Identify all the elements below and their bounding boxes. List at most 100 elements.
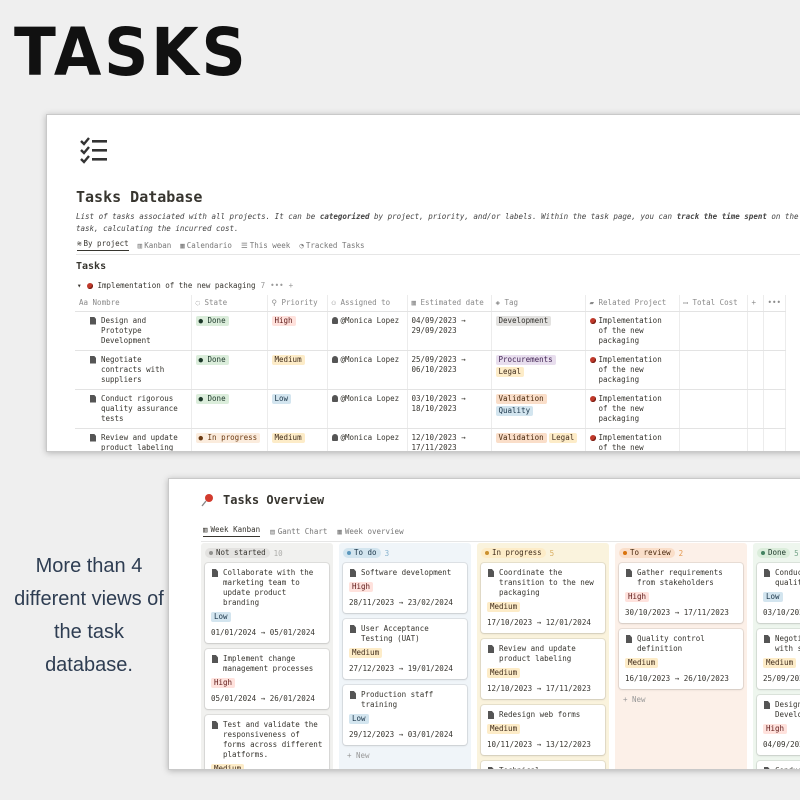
task-name-cell[interactable]: Design and Prototype Development <box>75 311 192 351</box>
related-project-cell[interactable]: Implementation of the new packaging <box>585 389 680 429</box>
kanban-card[interactable]: Quality control definition Medium 16/10/20… <box>619 629 743 689</box>
assigned-cell[interactable]: @Monica Lopez <box>327 350 408 390</box>
column-header[interactable]: ⚇ Assigned to <box>327 295 408 312</box>
priority-badge: Low <box>211 612 231 622</box>
project-icon <box>589 434 596 441</box>
assigned-cell[interactable]: @Monica Lopez <box>327 311 408 351</box>
view-tab[interactable]: ▥ Week Kanban <box>203 525 261 537</box>
tag-cell[interactable]: Development <box>491 311 586 351</box>
total-cost-cell[interactable] <box>679 350 748 390</box>
priority-cell[interactable]: Medium <box>267 428 328 451</box>
related-project-cell[interactable]: Implementation of the new packaging <box>585 428 680 451</box>
total-cost-cell[interactable] <box>679 428 748 451</box>
column-header[interactable]: ••• <box>763 295 787 312</box>
priority-cell[interactable]: Medium <box>267 350 328 390</box>
kanban-card[interactable]: Implement change management processes Hig… <box>205 649 329 709</box>
related-project-link[interactable]: Implementation of the new packaging <box>589 316 675 346</box>
related-project-link[interactable]: Implementation of the new packaging <box>589 355 675 385</box>
related-project-link[interactable]: Implementation of the new packaging <box>589 433 675 451</box>
related-project-link[interactable]: Implementation of the new packaging <box>589 394 675 424</box>
state-badge: ● Done <box>195 354 229 365</box>
priority-cell[interactable]: High <box>267 311 328 351</box>
column-header[interactable]: ▭ Total Cost <box>679 295 748 312</box>
new-card-button[interactable]: + New <box>343 751 467 760</box>
task-name-cell[interactable]: Conduct rigorous quality assurance tests <box>75 389 192 429</box>
view-tab[interactable]: ▦ Calendario <box>180 239 232 251</box>
table-row[interactable]: Conduct rigorous quality assurance tests… <box>75 389 787 429</box>
table-row[interactable]: Negotiate contracts with suppliers ● Done… <box>75 350 787 390</box>
card-priority: Low <box>349 714 461 726</box>
card-priority: Low <box>211 612 323 624</box>
group-add-button[interactable]: + <box>289 281 294 290</box>
status-label: To review <box>630 548 671 557</box>
kanban-card[interactable]: Conduct rigorous quality Low 03/10/2023 → … <box>757 563 800 623</box>
task-name-cell[interactable]: Review and update product labeling <box>75 428 192 451</box>
priority-cell[interactable]: Low <box>267 389 328 429</box>
date-cell[interactable]: 12/10/2023 → 17/11/2023 <box>407 428 492 451</box>
total-cost-cell[interactable] <box>679 311 748 351</box>
kanban-card[interactable]: Test and validate the responsiveness of … <box>205 715 329 769</box>
page-icon <box>212 569 218 577</box>
kanban-card[interactable]: Coordinate the transition to the new pac… <box>481 563 605 633</box>
page-icon <box>90 355 96 364</box>
column-type-icon: ◈ <box>495 298 505 308</box>
kanban-card[interactable]: Technical Documentation <box>481 761 605 769</box>
column-header[interactable]: Aa Nombre <box>75 295 192 312</box>
kanban-card[interactable]: Review and update product labeling Medium… <box>481 639 605 699</box>
kanban-card[interactable]: User Acceptance Testing (UAT) Medium 27/12… <box>343 619 467 679</box>
state-cell[interactable]: ● In progress <box>191 428 268 451</box>
state-cell[interactable]: ● Done <box>191 389 268 429</box>
side-caption-line: different views of <box>14 588 164 610</box>
column-header[interactable]: ▰ Related Project <box>585 295 680 312</box>
kanban-card[interactable]: Gather requirements from stakeholders Hig… <box>619 563 743 623</box>
table-row[interactable]: Review and update product labeling ● In p… <box>75 428 787 451</box>
column-header[interactable]: ⚲ Priority <box>267 295 328 312</box>
status-dot-icon <box>761 551 765 555</box>
divider <box>201 541 800 542</box>
kanban-card[interactable]: Collaborate with the marketing team to u… <box>205 563 329 643</box>
total-cost-cell[interactable] <box>679 389 748 429</box>
card-title-text: Technical Documentation <box>499 766 558 769</box>
view-tab[interactable]: ▤ Gantt Chart <box>270 525 327 537</box>
caret-down-icon[interactable]: ▾ <box>77 281 82 290</box>
priority-badge: Medium <box>487 602 521 612</box>
group-more-button[interactable]: ••• <box>270 281 284 290</box>
view-tab[interactable]: ▥ Kanban <box>138 239 172 251</box>
date-cell[interactable]: 03/10/2023 → 18/10/2023 <box>407 389 492 429</box>
column-header[interactable]: ▦ Estimated date <box>407 295 492 312</box>
kanban-card[interactable]: Redesign web forms Medium 10/11/2023 → 13/… <box>481 705 605 755</box>
column-header[interactable]: + <box>747 295 764 312</box>
column-header[interactable]: ◈ Tag <box>491 295 586 312</box>
date-cell[interactable]: 04/09/2023 → 29/09/2023 <box>407 311 492 351</box>
kanban-card[interactable]: Negotiate contracts with suppliers Medium… <box>757 629 800 689</box>
assigned-cell[interactable]: @Monica Lopez <box>327 428 408 451</box>
task-name-cell[interactable]: Negotiate contracts with suppliers <box>75 350 192 390</box>
assigned-cell[interactable]: @Monica Lopez <box>327 389 408 429</box>
view-tab[interactable]: ▦ Week overview <box>337 525 403 537</box>
priority-badge: High <box>349 582 374 592</box>
tag-cell[interactable]: Validation Legal <box>491 428 586 451</box>
related-project-cell[interactable]: Implementation of the new packaging <box>585 311 680 351</box>
kanban-card[interactable]: Design and Prototype Development High 04/0… <box>757 695 800 755</box>
kanban-card[interactable]: Software development High 28/11/2023 → 23/… <box>343 563 467 613</box>
state-cell[interactable]: ● Done <box>191 350 268 390</box>
table-row[interactable]: Design and Prototype Development ● Done Hi… <box>75 311 787 351</box>
state-cell[interactable]: ● Done <box>191 311 268 351</box>
tag-cell[interactable]: ValidationQuality <box>491 389 586 429</box>
project-icon <box>589 356 596 363</box>
kanban-card[interactable]: Production staff training Low 29/12/2023 →… <box>343 685 467 745</box>
date-cell[interactable]: 25/09/2023 → 06/10/2023 <box>407 350 492 390</box>
group-header[interactable]: ▾ Implementation of the new packaging 7 … <box>77 281 293 290</box>
tag-cell[interactable]: ProcurementsLegal <box>491 350 586 390</box>
kanban-card[interactable]: Conduct <box>757 761 800 769</box>
description-emphasis: categorized <box>319 212 370 221</box>
column-count: 3 <box>384 548 390 558</box>
view-tab[interactable]: ☰ This week <box>241 239 290 251</box>
view-tab[interactable]: ◔ Tracked Tasks <box>299 239 364 251</box>
card-title: Design and Prototype Development <box>763 700 800 720</box>
new-card-button[interactable]: + New <box>619 695 743 704</box>
related-project-cell[interactable]: Implementation of the new packaging <box>585 350 680 390</box>
view-tab[interactable]: ≋ By project <box>77 239 129 251</box>
hero-title: TASKS <box>14 14 249 91</box>
column-header[interactable]: ◌ State <box>191 295 268 312</box>
